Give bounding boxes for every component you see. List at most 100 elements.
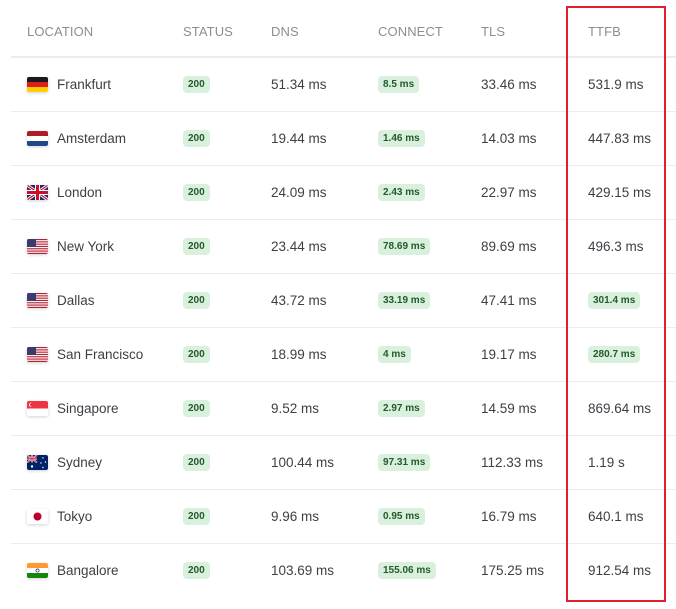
status-cell: 200 bbox=[183, 220, 210, 273]
location-name: Amsterdam bbox=[57, 131, 127, 146]
dns-cell: 43.72 ms bbox=[271, 274, 327, 327]
dns-value: 9.52 ms bbox=[271, 401, 320, 416]
location-name: Singapore bbox=[57, 401, 119, 416]
connect-cell: 8.5 ms bbox=[378, 58, 420, 111]
connect-cell: 2.97 ms bbox=[378, 382, 425, 435]
tls-value: 22.97 ms bbox=[481, 185, 537, 200]
dns-cell: 9.96 ms bbox=[271, 490, 319, 543]
ttfb-value: 1.19 s bbox=[588, 455, 625, 470]
india-flag-icon bbox=[27, 563, 48, 578]
ttfb-value: 640.1 ms bbox=[588, 509, 644, 524]
tls-value: 175.25 ms bbox=[481, 563, 545, 578]
ttfb-cell: 280.7 ms bbox=[588, 328, 641, 381]
ttfb-value: 301.4 ms bbox=[588, 292, 641, 309]
status-cell: 200 bbox=[183, 166, 210, 219]
header-location[interactable]: LOCATION bbox=[27, 24, 93, 39]
connect-value: 8.5 ms bbox=[378, 76, 420, 93]
tls-value: 14.59 ms bbox=[481, 401, 537, 416]
dns-value: 43.72 ms bbox=[271, 293, 327, 308]
table-row: Sydney 200 100.44 ms 97.31 ms 112.33 ms 1.19 … bbox=[11, 436, 676, 490]
tls-value: 16.79 ms bbox=[481, 509, 537, 524]
location-name: Tokyo bbox=[57, 509, 93, 524]
ttfb-cell: 1.19 s bbox=[588, 436, 625, 489]
location-name: Bangalore bbox=[57, 563, 119, 578]
ttfb-value: 429.15 ms bbox=[588, 185, 652, 200]
tls-value: 19.17 ms bbox=[481, 347, 537, 362]
tls-cell: 14.03 ms bbox=[481, 112, 537, 165]
dns-value: 18.99 ms bbox=[271, 347, 327, 362]
location-cell: London bbox=[27, 166, 102, 219]
connect-value: 0.95 ms bbox=[378, 508, 425, 525]
table-row: London 200 24.09 ms 2.43 ms 22.97 ms 429.15 m… bbox=[11, 166, 676, 220]
location-cell: Sydney bbox=[27, 436, 102, 489]
status-cell: 200 bbox=[183, 490, 210, 543]
tls-cell: 89.69 ms bbox=[481, 220, 537, 273]
connect-cell: 97.31 ms bbox=[378, 436, 431, 489]
dns-value: 51.34 ms bbox=[271, 77, 327, 92]
header-ttfb[interactable]: TTFB bbox=[588, 24, 621, 39]
connect-cell: 4 ms bbox=[378, 328, 411, 381]
header-status[interactable]: STATUS bbox=[183, 24, 233, 39]
header-tls[interactable]: TLS bbox=[481, 24, 505, 39]
tls-cell: 14.59 ms bbox=[481, 382, 537, 435]
tls-cell: 47.41 ms bbox=[481, 274, 537, 327]
status-cell: 200 bbox=[183, 328, 210, 381]
location-name: San Francisco bbox=[57, 347, 144, 362]
dns-value: 19.44 ms bbox=[271, 131, 327, 146]
status-badge: 200 bbox=[183, 184, 210, 201]
ttfb-cell: 447.83 ms bbox=[588, 112, 651, 165]
japan-flag-icon bbox=[27, 509, 48, 524]
location-cell: New York bbox=[27, 220, 114, 273]
table-row: Frankfurt 200 51.34 ms 8.5 ms 33.46 ms 531.9 … bbox=[11, 58, 676, 112]
tls-value: 89.69 ms bbox=[481, 239, 537, 254]
location-cell: Dallas bbox=[27, 274, 95, 327]
status-badge: 200 bbox=[183, 454, 210, 471]
status-cell: 200 bbox=[183, 382, 210, 435]
status-cell: 200 bbox=[183, 112, 210, 165]
results-table: LOCATION STATUS DNS CONNECT TLS TTFB Fra… bbox=[11, 0, 676, 597]
dns-cell: 9.52 ms bbox=[271, 382, 319, 435]
table-row: Singapore 200 9.52 ms 2.97 ms 14.59 ms 869.64… bbox=[11, 382, 676, 436]
table-row: New York 200 23.44 ms 78.69 ms 89.69 ms 496.3… bbox=[11, 220, 676, 274]
dns-value: 100.44 ms bbox=[271, 455, 335, 470]
tls-value: 14.03 ms bbox=[481, 131, 537, 146]
connect-cell: 1.46 ms bbox=[378, 112, 425, 165]
status-badge: 200 bbox=[183, 292, 210, 309]
location-name: Dallas bbox=[57, 293, 95, 308]
table-row: Tokyo 200 9.96 ms 0.95 ms 16.79 ms 640.1 ms bbox=[11, 490, 676, 544]
connect-value: 2.97 ms bbox=[378, 400, 425, 417]
connect-cell: 78.69 ms bbox=[378, 220, 431, 273]
ttfb-cell: 429.15 ms bbox=[588, 166, 651, 219]
dns-cell: 19.44 ms bbox=[271, 112, 327, 165]
table-row: San Francisco 200 18.99 ms 4 ms 19.17 ms 280.… bbox=[11, 328, 676, 382]
connect-value: 78.69 ms bbox=[378, 238, 431, 255]
status-cell: 200 bbox=[183, 58, 210, 111]
location-cell: San Francisco bbox=[27, 328, 143, 381]
ttfb-cell: 496.3 ms bbox=[588, 220, 644, 273]
table-header: LOCATION STATUS DNS CONNECT TLS TTFB bbox=[11, 0, 676, 58]
usa-flag-icon bbox=[27, 293, 48, 308]
location-name: London bbox=[57, 185, 103, 200]
location-cell: Frankfurt bbox=[27, 58, 111, 111]
tls-cell: 16.79 ms bbox=[481, 490, 537, 543]
connect-value: 4 ms bbox=[378, 346, 411, 363]
usa-flag-icon bbox=[27, 347, 48, 362]
header-connect[interactable]: CONNECT bbox=[378, 24, 443, 39]
dns-value: 23.44 ms bbox=[271, 239, 327, 254]
tls-value: 47.41 ms bbox=[481, 293, 537, 308]
tls-cell: 19.17 ms bbox=[481, 328, 537, 381]
header-dns[interactable]: DNS bbox=[271, 24, 299, 39]
dns-cell: 100.44 ms bbox=[271, 436, 334, 489]
ttfb-value: 912.54 ms bbox=[588, 563, 652, 578]
location-cell: Amsterdam bbox=[27, 112, 126, 165]
tls-value: 112.33 ms bbox=[481, 455, 544, 470]
ttfb-cell: 640.1 ms bbox=[588, 490, 644, 543]
location-name: Sydney bbox=[57, 455, 103, 470]
ttfb-value: 447.83 ms bbox=[588, 131, 652, 146]
dns-cell: 103.69 ms bbox=[271, 544, 334, 597]
connect-cell: 0.95 ms bbox=[378, 490, 425, 543]
dns-value: 9.96 ms bbox=[271, 509, 320, 524]
dns-cell: 18.99 ms bbox=[271, 328, 327, 381]
usa-flag-icon bbox=[27, 239, 48, 254]
status-cell: 200 bbox=[183, 544, 210, 597]
